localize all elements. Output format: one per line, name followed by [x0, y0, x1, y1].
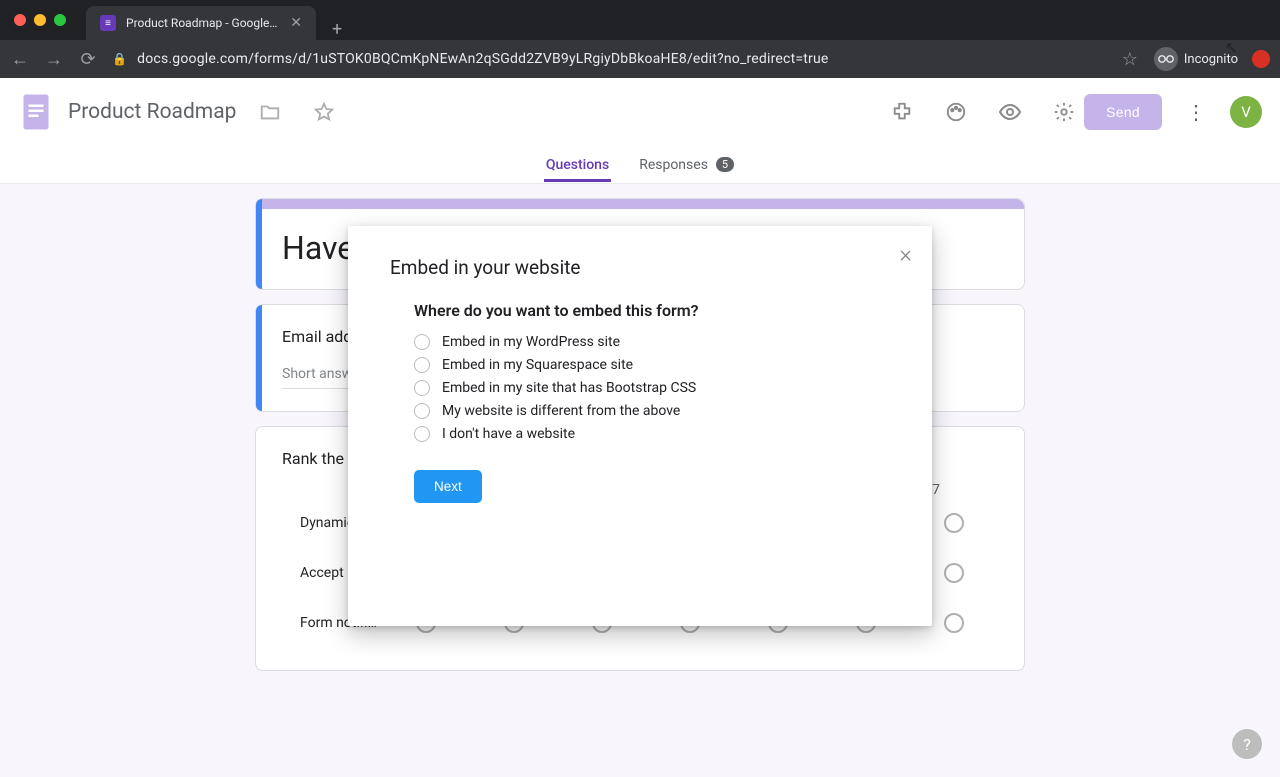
embed-option[interactable]: Embed in my Squarespace site: [414, 357, 890, 373]
embed-option[interactable]: My website is different from the above: [414, 403, 890, 419]
profile-badge-icon[interactable]: [1252, 50, 1270, 68]
browser-tab-title: Product Roadmap - Google Form: [126, 16, 280, 30]
embed-option[interactable]: Embed in my site that has Bootstrap CSS: [414, 380, 890, 396]
modal-backdrop: × Embed in your website Where do you wan…: [0, 78, 1280, 777]
modal-subtitle: Where do you want to embed this form?: [414, 301, 890, 320]
radio-icon[interactable]: [414, 334, 430, 350]
tab-close-icon[interactable]: ✕: [290, 15, 302, 31]
embed-option-label: Embed in my Squarespace site: [442, 357, 633, 373]
window-minimize-icon[interactable]: [34, 14, 46, 26]
embed-modal: × Embed in your website Where do you wan…: [348, 226, 932, 626]
back-icon[interactable]: ←: [10, 49, 30, 70]
url-text: docs.google.com/forms/d/1uSTOK0BQCmKpNEw…: [137, 51, 828, 67]
new-tab-button[interactable]: +: [316, 19, 358, 40]
embed-option[interactable]: Embed in my WordPress site: [414, 334, 890, 350]
radio-icon[interactable]: [414, 357, 430, 373]
window-close-icon[interactable]: [14, 14, 26, 26]
modal-close-button[interactable]: ×: [899, 240, 912, 268]
modal-title: Embed in your website: [390, 256, 890, 279]
forms-favicon-icon: ≡: [100, 15, 116, 31]
forward-icon[interactable]: →: [44, 49, 64, 70]
browser-titlebar: ≡ Product Roadmap - Google Form ✕ +: [0, 0, 1280, 40]
embed-option-label: Embed in my WordPress site: [442, 334, 620, 350]
embed-option-label: Embed in my site that has Bootstrap CSS: [442, 380, 696, 396]
radio-icon[interactable]: [414, 426, 430, 442]
address-bar[interactable]: 🔒 docs.google.com/forms/d/1uSTOK0BQCmKpN…: [112, 51, 1106, 67]
browser-toolbar: ← → ⟳ 🔒 docs.google.com/forms/d/1uSTOK0B…: [0, 40, 1280, 78]
lock-icon: 🔒: [112, 52, 127, 66]
next-button[interactable]: Next: [414, 470, 482, 503]
bookmark-star-icon[interactable]: ☆: [1120, 49, 1140, 70]
reload-icon[interactable]: ⟳: [78, 49, 98, 70]
radio-icon[interactable]: [414, 380, 430, 396]
help-fab-icon[interactable]: ?: [1232, 729, 1262, 759]
embed-option-label: I don't have a website: [442, 426, 575, 442]
window-maximize-icon[interactable]: [54, 14, 66, 26]
radio-icon[interactable]: [414, 403, 430, 419]
embed-option-label: My website is different from the above: [442, 403, 680, 419]
incognito-icon: [1154, 47, 1178, 71]
embed-option[interactable]: I don't have a website: [414, 426, 890, 442]
browser-tab[interactable]: ≡ Product Roadmap - Google Form ✕: [86, 6, 316, 40]
incognito-label: Incognito: [1184, 52, 1238, 67]
